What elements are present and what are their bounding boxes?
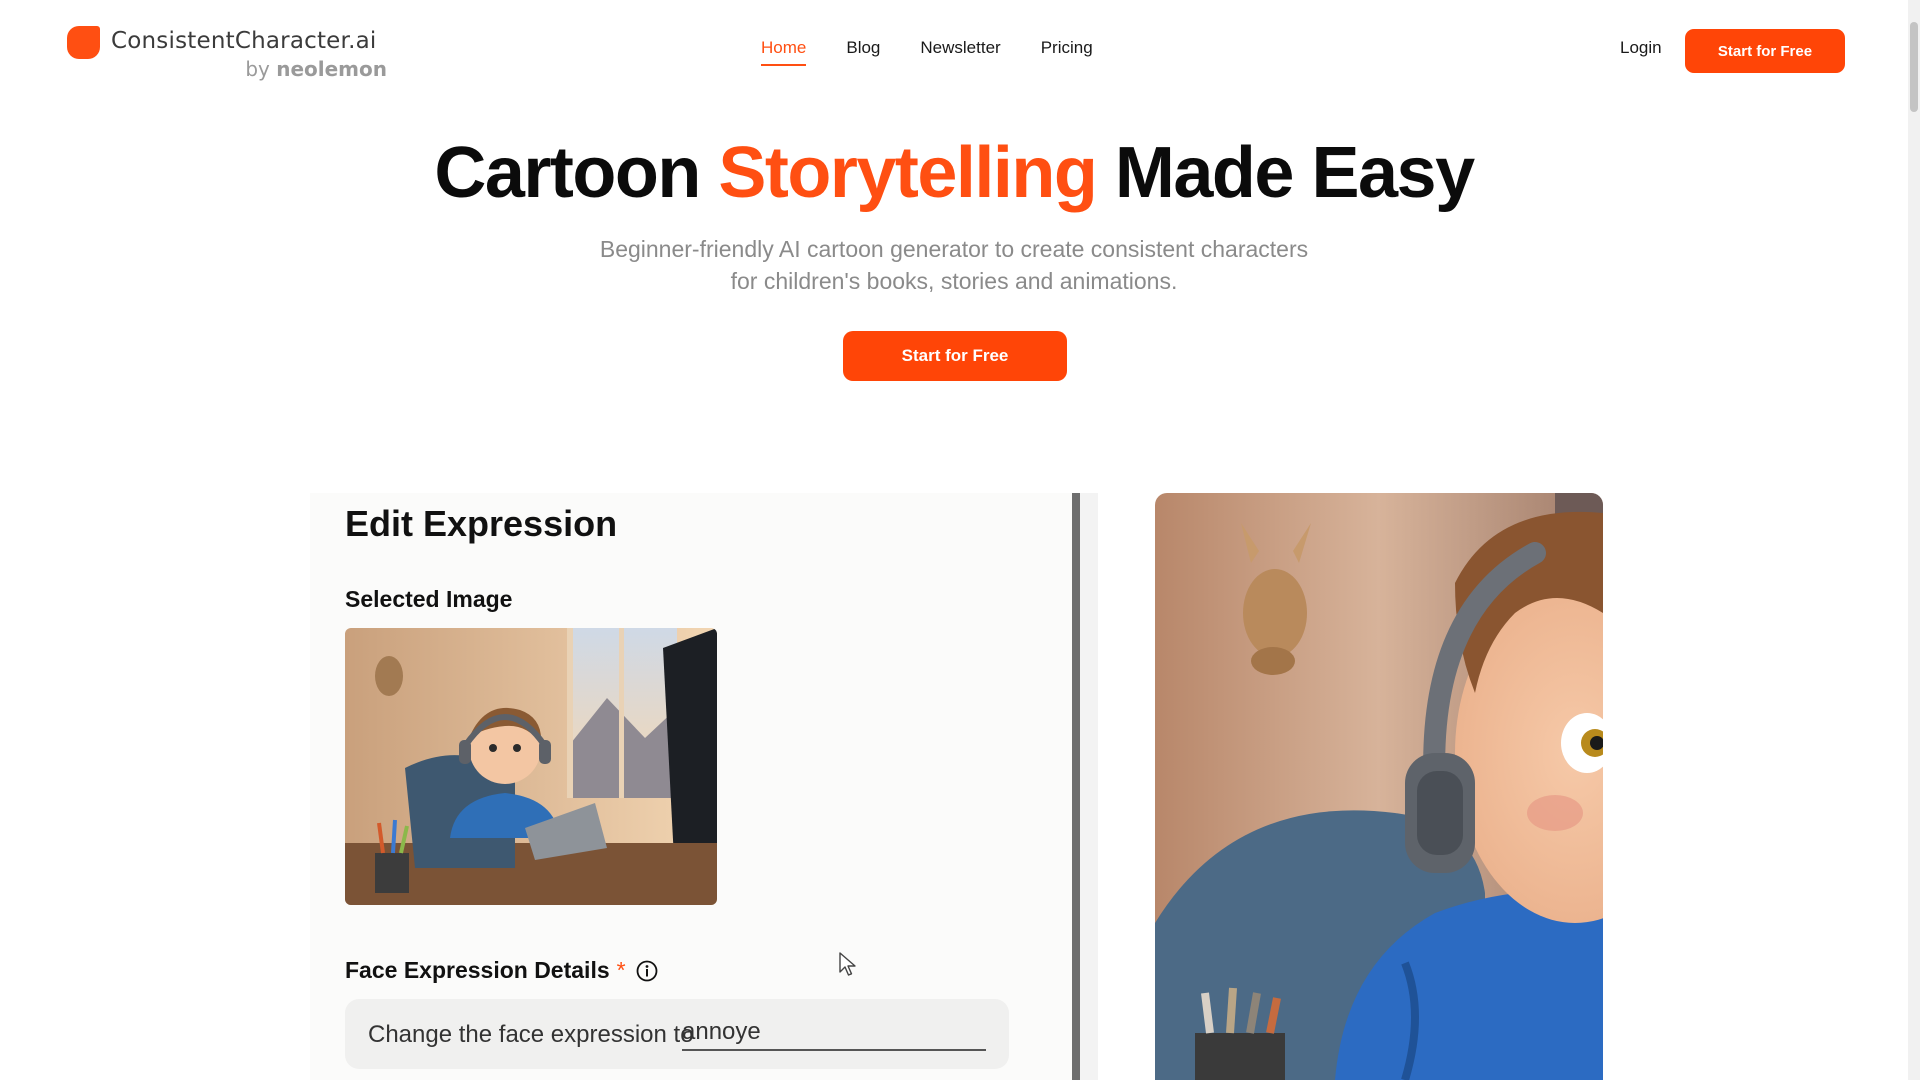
hero-start-free-button[interactable]: Start for Free: [843, 331, 1067, 381]
logo[interactable]: ConsistentCharacter.ai by neolemon: [67, 26, 387, 86]
page-scrollbar[interactable]: [1908, 0, 1920, 1080]
face-expression-label-text: Face Expression Details: [345, 957, 610, 983]
nav-link-blog[interactable]: Blog: [846, 38, 880, 66]
hero-title-accent: Storytelling: [718, 133, 1098, 213]
selected-image-thumbnail[interactable]: [345, 628, 717, 905]
prompt-prefix: Change the face expression to: [368, 1021, 694, 1048]
required-asterisk: *: [616, 957, 626, 983]
face-expression-label: Face Expression Details *: [345, 957, 658, 984]
expression-input[interactable]: [682, 1015, 986, 1051]
hero-subtitle: Beginner-friendly AI cartoon generator t…: [554, 233, 1354, 297]
preview-image: [1155, 493, 1603, 1080]
main-nav: Home Blog Newsletter Pricing: [761, 38, 1093, 66]
face-expression-prompt: Change the face expression to: [345, 999, 1009, 1069]
info-icon[interactable]: [636, 960, 658, 982]
hero-subtitle-line-1: Beginner-friendly AI cartoon generator t…: [599, 236, 1309, 262]
nav-link-home[interactable]: Home: [761, 38, 807, 66]
edit-expression-panel: Edit Expression Selected Image Face Expr…: [310, 493, 1072, 1080]
mouse-pointer-icon: [839, 952, 857, 978]
demo-video: Edit Expression Selected Image Face Expr…: [310, 493, 1603, 1080]
hero-title-end: Made Easy: [1096, 133, 1475, 213]
page: ConsistentCharacter.ai by neolemon Home …: [0, 0, 1920, 1080]
edit-expression-title: Edit Expression: [345, 503, 618, 544]
split-divider-shadow: [1080, 493, 1098, 1080]
split-divider[interactable]: [1072, 493, 1080, 1080]
hero-subtitle-line-2: for children's books, stories and animat…: [730, 268, 1178, 294]
selected-image-label: Selected Image: [345, 586, 513, 612]
logo-byline: by neolemon: [245, 57, 387, 81]
nav-start-free-button[interactable]: Start for Free: [1685, 29, 1845, 73]
logo-leaf-icon: [67, 26, 100, 59]
logo-by-brand: neolemon: [276, 57, 387, 81]
login-link[interactable]: Login: [1620, 38, 1662, 58]
hero-title-start: Cartoon: [434, 133, 719, 213]
top-nav: ConsistentCharacter.ai by neolemon Home …: [0, 0, 1908, 100]
scrollbar-thumb[interactable]: [1910, 22, 1918, 112]
logo-by: by: [245, 57, 270, 81]
nav-link-pricing[interactable]: Pricing: [1041, 38, 1093, 66]
hero-title: Cartoon Storytelling Made Easy: [0, 132, 1908, 214]
nav-link-newsletter[interactable]: Newsletter: [920, 38, 1000, 66]
logo-name: ConsistentCharacter.ai: [111, 28, 377, 54]
